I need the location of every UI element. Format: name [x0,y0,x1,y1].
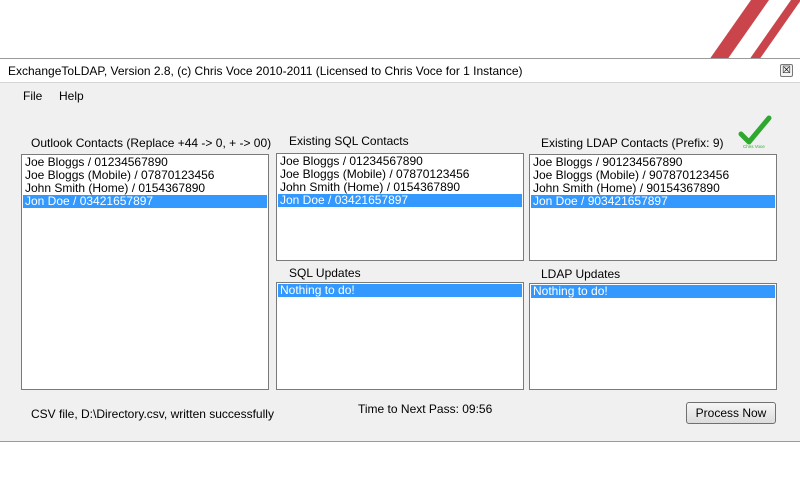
list-item[interactable]: Nothing to do! [531,285,775,298]
ldap-contacts-list[interactable]: Joe Bloggs / 901234567890 Joe Bloggs (Mob… [529,154,777,261]
close-button[interactable]: ☒ [780,64,793,77]
logo-check-icon: Chris Voce [738,115,772,149]
window-title: ExchangeToLDAP, Version 2.8, (c) Chris V… [8,64,523,78]
outlook-contacts-list[interactable]: Joe Bloggs / 01234567890 Joe Bloggs (Mobi… [21,154,269,390]
list-item[interactable]: Jon Doe / 03421657897 [278,194,522,207]
menu-file[interactable]: File [23,89,42,103]
process-now-button[interactable]: Process Now [686,402,776,424]
sql-updates-label: SQL Updates [289,266,361,280]
ldap-contacts-label: Existing LDAP Contacts (Prefix: 9) [541,136,724,150]
list-item[interactable]: Nothing to do! [278,284,522,297]
csv-status-text: CSV file, D:\Directory.csv, written succ… [31,407,274,421]
sql-updates-list[interactable]: Nothing to do! [276,282,524,390]
sql-contacts-list[interactable]: Joe Bloggs / 01234567890 Joe Bloggs (Mobi… [276,153,524,261]
outlook-contacts-label: Outlook Contacts (Replace +44 -> 0, + ->… [31,136,272,150]
next-pass-timer: Time to Next Pass: 09:56 [358,402,493,416]
ldap-updates-list[interactable]: Nothing to do! [529,283,777,390]
menu-help[interactable]: Help [59,89,84,103]
desktop-background [0,0,800,60]
sql-contacts-label: Existing SQL Contacts [289,134,409,148]
ldap-updates-label: LDAP Updates [541,267,621,281]
title-bar: ExchangeToLDAP, Version 2.8, (c) Chris V… [0,59,800,83]
main-window: ExchangeToLDAP, Version 2.8, (c) Chris V… [0,58,800,442]
logo-text: Chris Voce [743,144,765,149]
list-item[interactable]: Jon Doe / 03421657897 [23,195,267,208]
menu-bar: File Help [0,84,800,106]
list-item[interactable]: Jon Doe / 903421657897 [531,195,775,208]
